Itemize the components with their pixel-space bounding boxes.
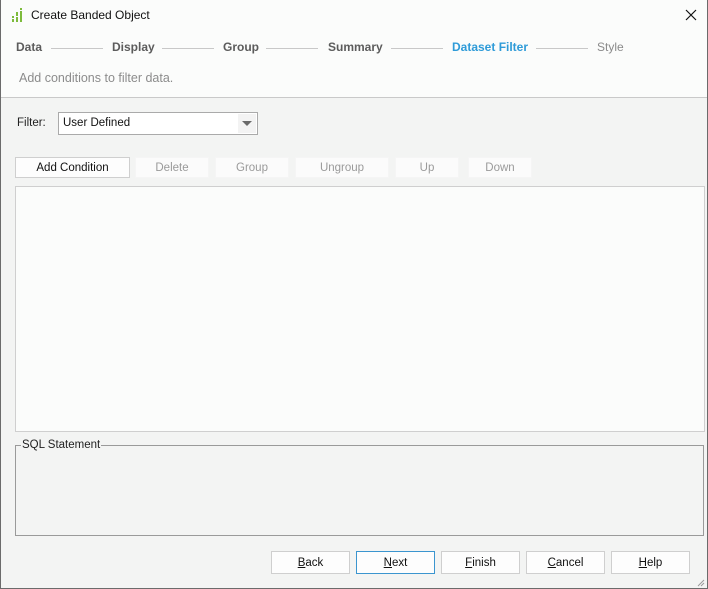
- mnemonic: N: [383, 556, 392, 569]
- title-bar: Create Banded Object: [1, 0, 707, 31]
- label-rest: ack: [305, 556, 324, 569]
- step-divider: [391, 48, 443, 49]
- next-button[interactable]: Next: [356, 551, 435, 574]
- label-rest: inish: [472, 556, 496, 569]
- dialog-window: Create Banded Object Data Display Group …: [0, 0, 708, 589]
- finish-button[interactable]: Finish: [441, 551, 520, 574]
- mnemonic: B: [297, 556, 306, 569]
- wizard-steps: Data Display Group Summary Dataset Filte…: [1, 40, 707, 58]
- label-rest: elp: [646, 556, 663, 569]
- label-rest: ancel: [555, 556, 584, 569]
- step-data: Data: [16, 40, 43, 54]
- step-divider: [536, 48, 588, 49]
- step-summary: Summary: [328, 40, 383, 54]
- down-button[interactable]: Down: [468, 157, 532, 178]
- dialog-header: Create Banded Object Data Display Group …: [1, 0, 707, 98]
- dialog-title: Create Banded Object: [31, 8, 150, 22]
- sql-statement-label: SQL Statement: [21, 439, 102, 451]
- mnemonic: F: [465, 556, 473, 569]
- step-display: Display: [112, 40, 155, 54]
- sql-statement-group: SQL Statement: [15, 439, 704, 536]
- filter-dropdown[interactable]: User Defined: [58, 112, 258, 135]
- label-rest: ext: [391, 556, 408, 569]
- step-dataset-filter: Dataset Filter: [452, 40, 529, 54]
- conditions-list[interactable]: [15, 186, 705, 432]
- ungroup-button[interactable]: Ungroup: [295, 157, 389, 178]
- step-group: Group: [223, 40, 259, 54]
- dropdown-button[interactable]: [238, 114, 256, 133]
- cancel-button[interactable]: Cancel: [526, 551, 605, 574]
- mnemonic: H: [638, 556, 647, 569]
- up-button[interactable]: Up: [395, 157, 459, 178]
- add-condition-button[interactable]: Add Condition: [15, 157, 130, 178]
- step-divider: [162, 48, 214, 49]
- back-button[interactable]: Back: [271, 551, 350, 574]
- filter-selected-value: User Defined: [63, 117, 131, 129]
- close-button[interactable]: [677, 3, 705, 27]
- filter-label: Filter:: [17, 117, 46, 129]
- mnemonic: C: [547, 556, 556, 569]
- step-divider: [266, 48, 318, 49]
- bar-chart-icon: [11, 8, 25, 23]
- step-description: Add conditions to filter data.: [19, 71, 174, 85]
- help-button[interactable]: Help: [611, 551, 690, 574]
- step-style: Style: [597, 40, 624, 54]
- resize-grip-icon[interactable]: [695, 576, 705, 587]
- step-divider: [51, 48, 103, 49]
- chevron-down-icon: [242, 121, 252, 126]
- group-button[interactable]: Group: [215, 157, 289, 178]
- close-icon: [685, 9, 697, 21]
- delete-button[interactable]: Delete: [135, 157, 209, 178]
